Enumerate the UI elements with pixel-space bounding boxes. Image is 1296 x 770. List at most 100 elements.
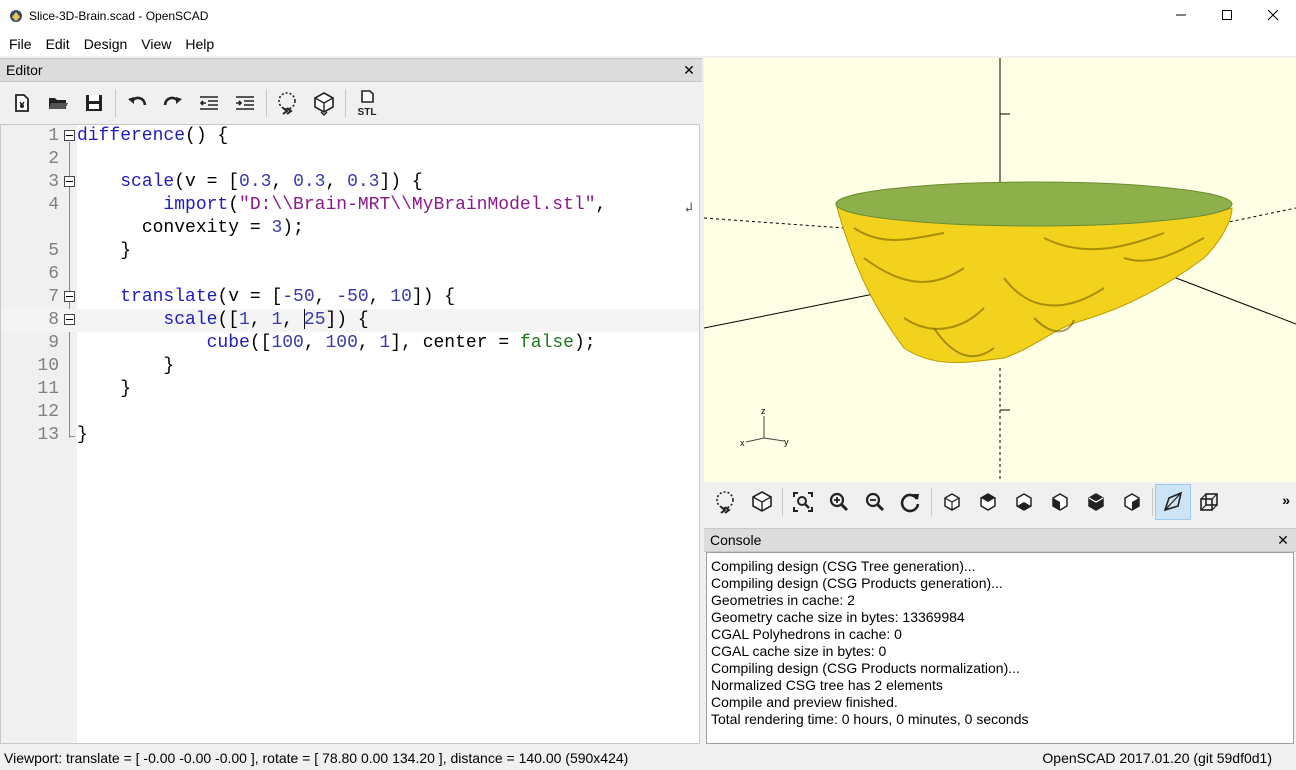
toolbar-separator [1152,488,1153,516]
view-front-button[interactable] [1078,484,1114,520]
3d-viewport[interactable]: z y x [704,58,1296,482]
view-preview-button[interactable] [708,484,744,520]
gizmo-label-z: z [761,406,766,416]
console-line: Compiling design (CSG Tree generation)..… [711,558,976,574]
editor-close-button[interactable]: ✕ [682,62,696,79]
view-bottom-button[interactable] [1006,484,1042,520]
menu-design[interactable]: Design [77,32,135,56]
code-line[interactable]: 7 translate(v = [-50, -50, 10]) { [1,286,699,309]
undo-button[interactable] [119,85,155,121]
new-file-button[interactable] [4,85,40,121]
preview-button[interactable] [270,85,306,121]
console-title-bar: Console ✕ [704,528,1296,552]
zoom-out-button[interactable] [857,484,893,520]
redo-button[interactable] [155,85,191,121]
close-window-button[interactable] [1250,0,1296,30]
window-controls [1158,0,1296,30]
editor-title-bar: Editor ✕ [0,58,702,82]
view-all-button[interactable] [785,484,821,520]
code-line[interactable]: 3 scale(v = [0.3, 0.3, 0.3]) { [1,171,699,194]
fold-toggle-icon[interactable] [64,176,75,187]
code-line[interactable]: 2 [1,148,699,171]
code-line[interactable]: 10 } [1,355,699,378]
orthogonal-icon [1200,493,1218,511]
view-left-button[interactable] [1042,484,1078,520]
code-line[interactable]: 4 import("D:\\Brain-MRT\\MyBrainModel.st… [1,194,699,217]
render-cube-icon [314,92,334,116]
code-text: } [120,379,132,399]
console-line: Geometries in cache: 2 [711,592,855,608]
line-number: 13 [37,425,59,445]
code-line[interactable]: 6 [1,263,699,286]
editor-panel: Editor ✕ STL 1 difference() {2 3 scale(… [0,58,702,744]
code-text: convexity = 3); [131,218,304,238]
console-close-button[interactable]: ✕ [1276,532,1290,549]
viewport-canvas: z y x [704,58,1296,482]
line-number: 2 [48,149,59,169]
perspective-button[interactable] [1155,484,1191,520]
maximize-icon [1222,10,1232,20]
maximize-button[interactable] [1204,0,1250,30]
indent-icon [236,96,254,110]
reset-view-icon [900,493,920,513]
code-line[interactable]: 13 } [1,424,699,447]
line-number: 8 [48,310,59,330]
code-editor[interactable]: 1 difference() { 2 3 scale(v = [0.3, 0.3… [0,124,700,744]
code-text: import("D:\\Brain-MRT\\MyBrainModel.stl"… [163,195,607,215]
line-number: 11 [37,379,59,399]
orthogonal-button[interactable] [1191,484,1227,520]
menu-bar: File Edit Design View Help [0,32,1296,56]
view-all-icon [793,492,813,512]
console-output[interactable]: Compiling design (CSG Tree generation)..… [706,552,1294,744]
view-right-button[interactable] [934,484,970,520]
fold-toggle-icon[interactable] [64,130,75,141]
editor-title: Editor [6,62,43,78]
toolbar-overflow-button[interactable]: » [1282,492,1290,508]
open-file-button[interactable] [40,85,76,121]
unindent-icon [199,96,218,110]
console-line: Geometry cache size in bytes: 13369984 [711,609,965,625]
line-number: 3 [48,172,59,192]
zoom-in-button[interactable] [821,484,857,520]
menu-view[interactable]: View [134,32,178,56]
save-file-button[interactable] [76,85,112,121]
reset-view-button[interactable] [893,484,929,520]
render-cube-icon [752,491,772,512]
code-line[interactable]: 11 } [1,378,699,401]
preview-icon [716,491,734,514]
close-icon [1267,9,1279,21]
menu-help[interactable]: Help [178,32,221,56]
view-left-icon [1052,493,1068,511]
console-line: Total rendering time: 0 hours, 0 minutes… [711,711,1029,727]
render-button[interactable] [306,85,342,121]
code-line-current[interactable]: 8 scale([1, 1, 25]) { [1,309,699,332]
unindent-button[interactable] [191,85,227,121]
code-text: difference() { [77,126,229,146]
menu-file[interactable]: File [2,32,39,56]
code-line-wrapped[interactable]: convexity = 3); [1,217,699,240]
view-back-button[interactable] [1114,484,1150,520]
folder-open-icon [49,98,68,109]
zoom-in-icon [829,492,849,512]
code-line[interactable]: 1 difference() { [1,125,699,148]
console-line: CGAL Polyhedrons in cache: 0 [711,626,902,642]
toolbar-separator [931,488,932,516]
view-top-button[interactable] [970,484,1006,520]
code-line[interactable]: 9 cube([100, 100, 1], center = false); [1,332,699,355]
menu-edit[interactable]: Edit [39,32,77,56]
console-line: Compiling design (CSG Products normaliza… [711,660,1020,676]
minimize-button[interactable] [1158,0,1204,30]
code-line[interactable]: 5 } [1,240,699,263]
fold-toggle-icon[interactable] [64,291,75,302]
view-render-button[interactable] [744,484,780,520]
code-text: scale(v = [0.3, 0.3, 0.3]) { [120,172,423,192]
indent-button[interactable] [227,85,263,121]
minimize-icon [1176,14,1186,16]
brain-model [835,181,1233,363]
export-stl-icon: STL [358,90,376,117]
code-line[interactable]: 12 [1,401,699,424]
line-number: 12 [37,402,59,422]
export-stl-button[interactable]: STL [349,85,385,121]
line-number: 5 [48,241,59,261]
fold-toggle-icon[interactable] [64,314,75,325]
